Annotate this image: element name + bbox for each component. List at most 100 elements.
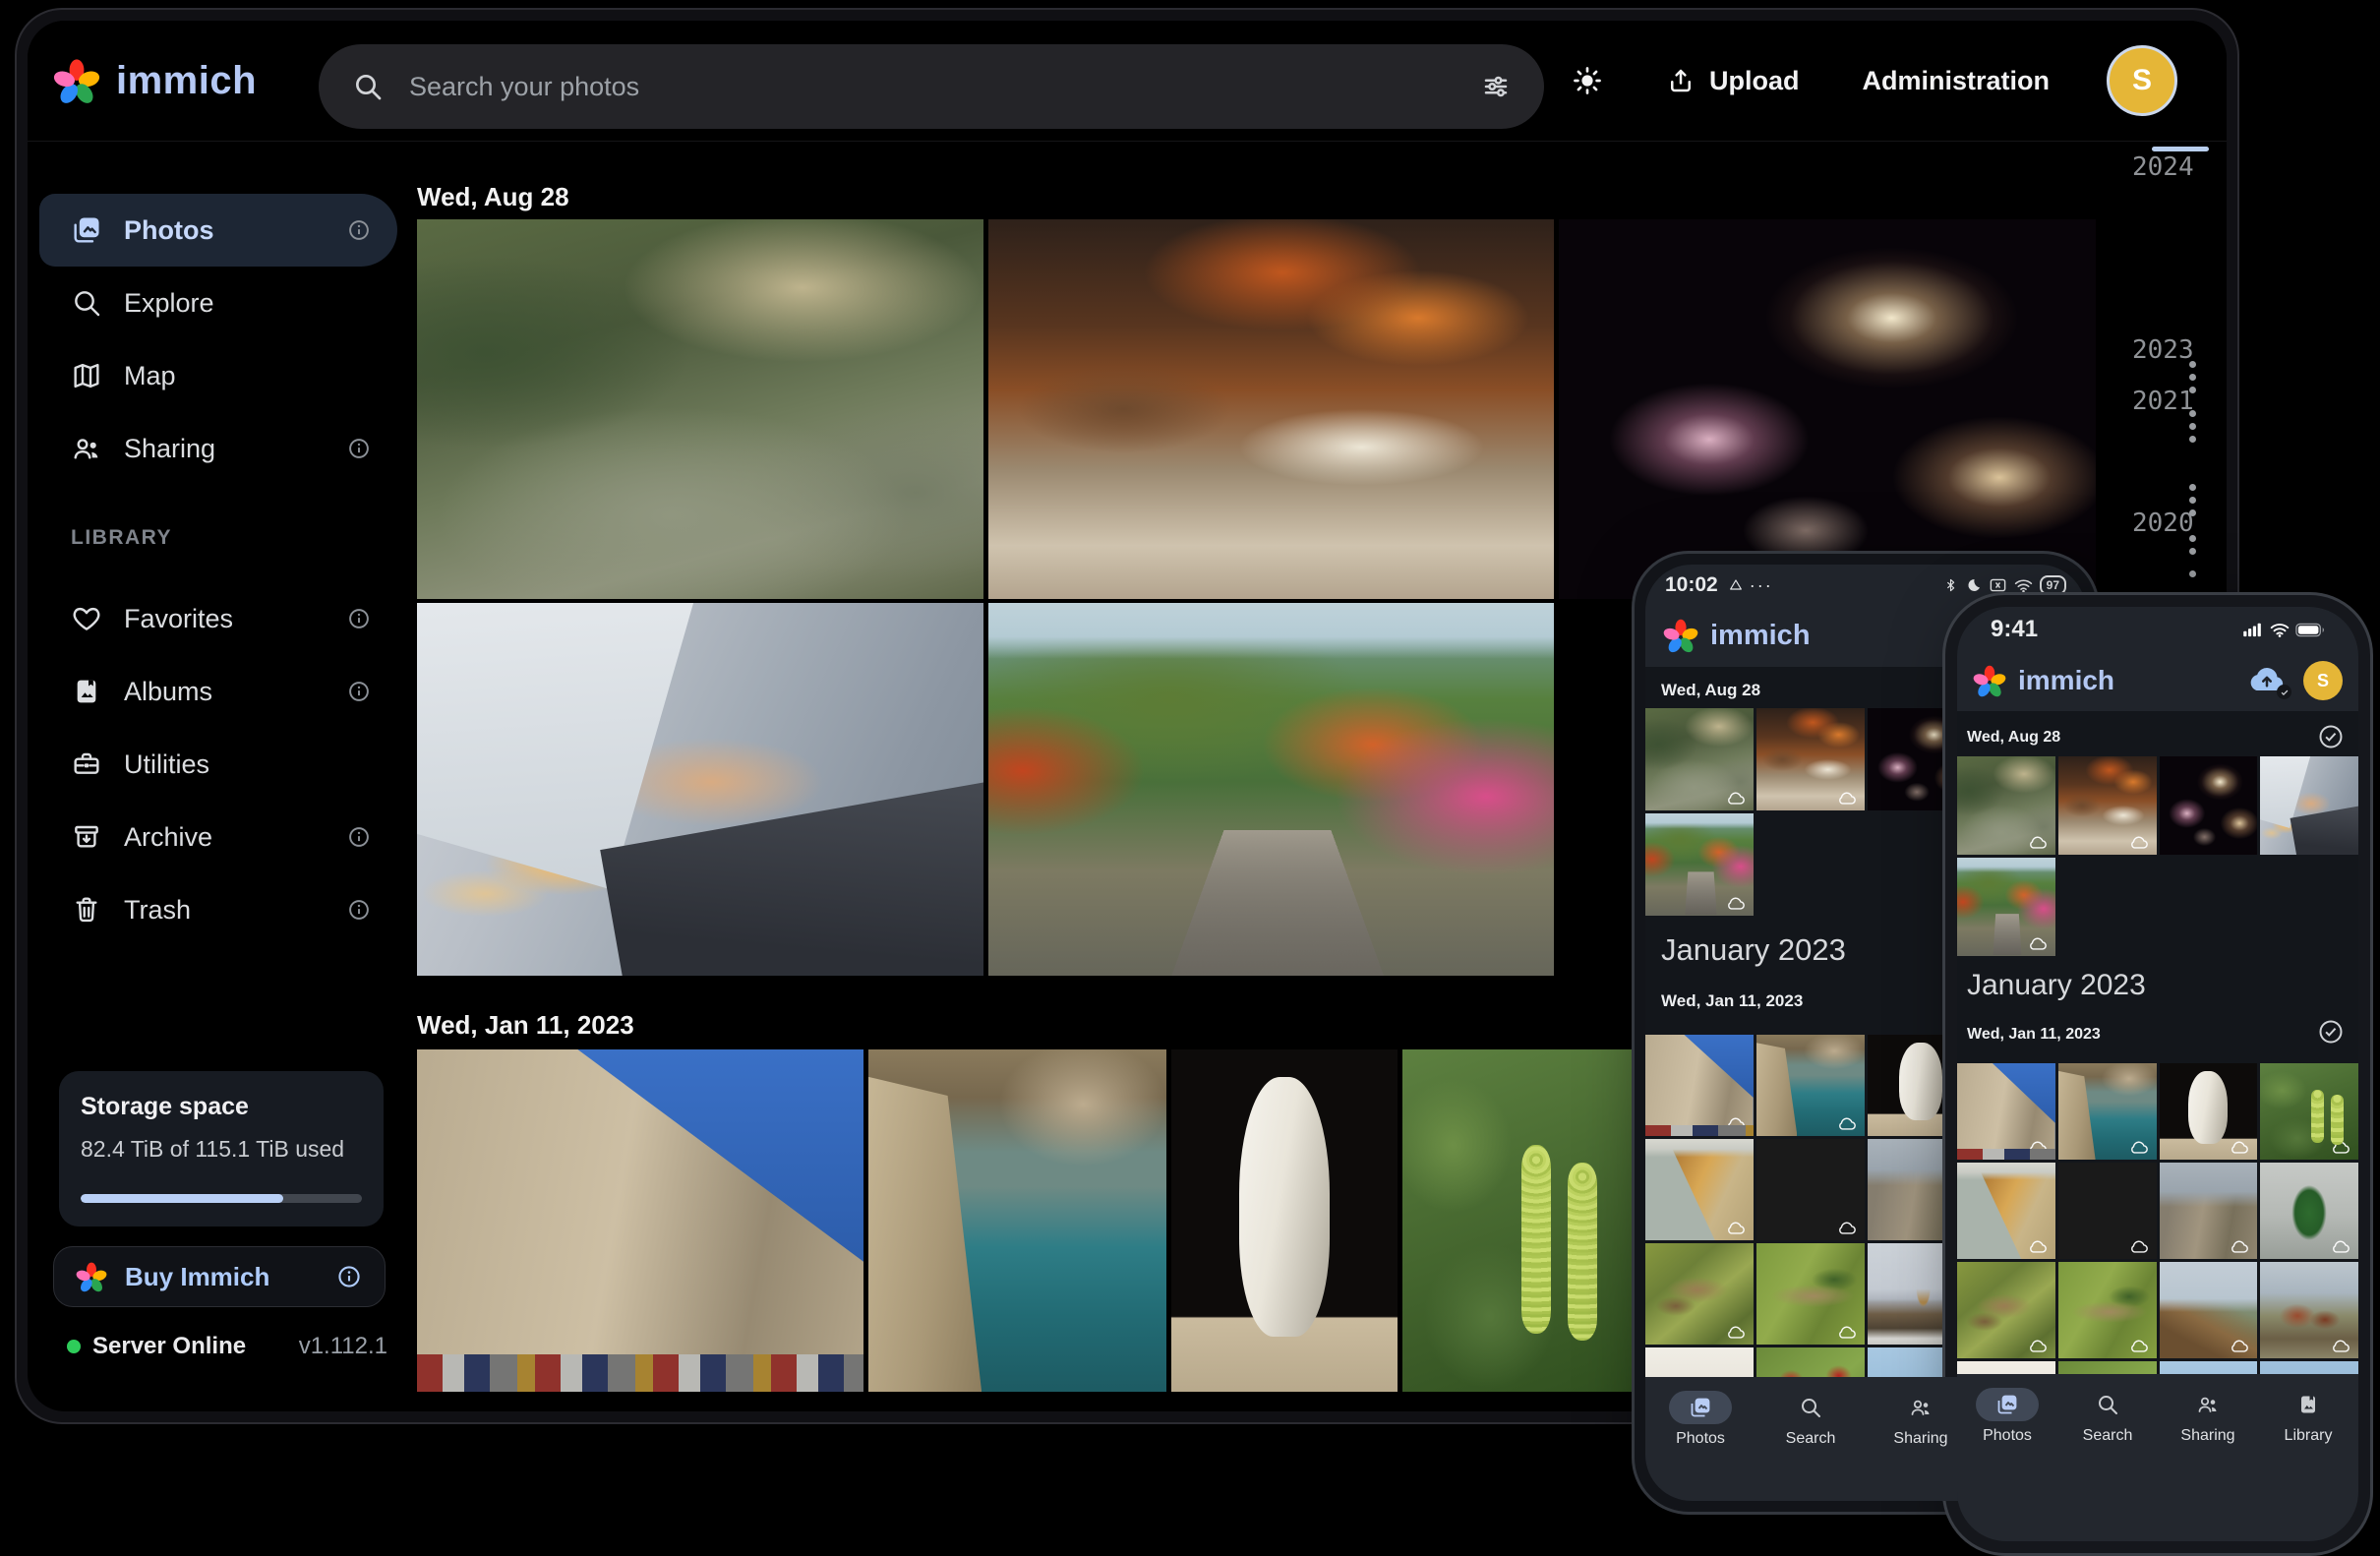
app-header: immich Upload <box>28 21 2227 142</box>
nav-label: Photos <box>1676 1430 1725 1448</box>
library-section-label: LIBRARY <box>71 526 172 550</box>
bottom-nav-bar: Photos Search Sharing <box>1957 1374 2358 1541</box>
nav-tab-search[interactable]: Search <box>2057 1374 2158 1541</box>
cloud-synced-icon <box>1836 1221 1858 1235</box>
server-status-label: Server Online <box>92 1333 246 1360</box>
photo-thumbnail-bust[interactable] <box>2160 1063 2258 1160</box>
photo-thumbnail-seafort[interactable] <box>2058 1063 2157 1160</box>
photo-thumbnail-dinner[interactable] <box>1756 708 1865 810</box>
info-icon[interactable] <box>346 217 372 243</box>
search-bar[interactable] <box>319 44 1544 129</box>
cloud-synced-icon <box>1725 1221 1747 1235</box>
nav-tab-photos[interactable]: Photos <box>1645 1377 1755 1501</box>
photo-row <box>417 603 1554 976</box>
sidebar-label: Sharing <box>124 434 215 464</box>
photo-thumbnail-lizard1[interactable] <box>1645 1243 1754 1345</box>
photo-thumbnail-lizard1[interactable] <box>1957 1262 2055 1358</box>
storage-progress-fill <box>81 1194 283 1203</box>
search-filter-icon[interactable] <box>1481 72 1511 101</box>
sidebar-item-utilities[interactable]: Utilities <box>39 728 397 801</box>
photo-thumbnail-seafort[interactable] <box>868 1049 1166 1392</box>
sidebar-item-photos[interactable]: Photos <box>39 194 397 267</box>
cloud-synced-icon <box>2128 1339 2150 1353</box>
select-all-check-icon[interactable] <box>2317 723 2345 750</box>
photo-thumbnail-zoo[interactable] <box>417 219 983 599</box>
buy-immich-button[interactable]: Buy Immich <box>53 1246 386 1307</box>
photo-thumbnail-dinner[interactable] <box>988 219 1554 599</box>
administration-label: Administration <box>1862 66 2050 96</box>
user-avatar[interactable]: S <box>2303 661 2343 700</box>
immich-logo[interactable]: immich <box>53 21 257 141</box>
timeline-tick <box>2189 374 2196 381</box>
sidebar-item-sharing[interactable]: Sharing <box>39 412 397 485</box>
info-icon[interactable] <box>346 679 372 704</box>
photo-thumbnail-lizard2[interactable] <box>1756 1243 1865 1345</box>
photo-thumbnail-castle[interactable] <box>1645 1035 1754 1136</box>
search-input[interactable] <box>407 71 1458 103</box>
theme-toggle-button[interactable] <box>1566 64 1609 97</box>
backup-cloud-icon[interactable] <box>2246 665 2288 696</box>
status-time: 9:41 <box>1991 616 2038 643</box>
nav-tab-photos[interactable]: Photos <box>1957 1374 2057 1541</box>
photo-thumbnail-zoo[interactable] <box>1645 708 1754 810</box>
immich-flower-icon <box>53 57 100 104</box>
server-online-dot <box>67 1340 81 1353</box>
photo-thumbnail-fireworks[interactable] <box>2160 756 2258 855</box>
photo-thumbnail-sculpture[interactable] <box>1756 1139 1865 1240</box>
upload-button[interactable]: Upload <box>1660 65 1806 97</box>
administration-link[interactable]: Administration <box>1856 65 2055 97</box>
select-all-check-icon[interactable] <box>2317 1018 2345 1046</box>
photo-thumbnail-autumn[interactable] <box>1645 813 1754 916</box>
sidebar-item-map[interactable]: Map <box>39 339 397 412</box>
nav-tab-sharing[interactable]: Sharing <box>2158 1374 2258 1541</box>
photo-thumbnail-bridge[interactable] <box>2160 1262 2258 1358</box>
photo-thumbnail-hands[interactable] <box>2260 756 2358 855</box>
info-icon[interactable] <box>346 824 372 850</box>
user-avatar[interactable]: S <box>2107 45 2177 116</box>
photo-thumbnail-cliff[interactable] <box>1957 1163 2055 1259</box>
photo-thumbnail-berries[interactable] <box>1402 1049 1632 1392</box>
immich-flower-icon <box>76 1261 107 1292</box>
photo-thumbnail-cliff[interactable] <box>1645 1139 1754 1240</box>
photo-thumbnail-dinner[interactable] <box>2058 756 2157 855</box>
photo-thumbnail-autumn[interactable] <box>1957 858 2055 956</box>
sidebar-label: Albums <box>124 677 212 707</box>
cloud-synced-icon <box>2027 835 2049 850</box>
info-icon[interactable] <box>346 606 372 631</box>
photo-thumbnail-berries[interactable] <box>2260 1063 2358 1160</box>
photo-thumbnail-sculpture[interactable] <box>2058 1163 2157 1259</box>
sidebar-item-explore[interactable]: Explore <box>39 267 397 339</box>
photo-thumbnail-houses[interactable] <box>2260 1262 2358 1358</box>
photo-thumbnail-castle[interactable] <box>417 1049 863 1392</box>
album-icon <box>71 676 102 707</box>
photo-thumbnail-fireworks[interactable] <box>1559 219 2096 599</box>
sidebar-item-albums[interactable]: Albums <box>39 655 397 728</box>
bluetooth-icon <box>1943 576 1958 594</box>
nav-tab-library[interactable]: Library <box>2258 1374 2358 1541</box>
info-icon[interactable] <box>346 897 372 923</box>
timeline-year[interactable]: 2020 <box>2132 509 2194 538</box>
photo-thumbnail-bust[interactable] <box>1171 1049 1398 1392</box>
month-header: January 2023 <box>1661 932 1846 968</box>
sidebar-item-trash[interactable]: Trash <box>39 873 397 946</box>
photo-thumbnail-castle[interactable] <box>1957 1063 2055 1160</box>
photo-thumbnail-xmas[interactable] <box>2260 1163 2358 1259</box>
info-icon[interactable] <box>335 1263 363 1290</box>
photo-thumbnail-hands[interactable] <box>417 603 983 976</box>
timeline-year[interactable]: 2021 <box>2132 387 2194 416</box>
timeline-year[interactable]: 2023 <box>2132 335 2194 365</box>
sidebar-item-favorites[interactable]: Favorites <box>39 582 397 655</box>
photo-thumbnail-zoo[interactable] <box>1957 756 2055 855</box>
photo-thumbnail-autumn[interactable] <box>988 603 1554 976</box>
info-icon[interactable] <box>346 436 372 461</box>
photo-thumbnail-ruin[interactable] <box>2160 1163 2258 1259</box>
archive-icon <box>71 821 102 853</box>
sidebar-label: Archive <box>124 822 212 853</box>
photo-thumbnail-lizard2[interactable] <box>2058 1262 2157 1358</box>
wifi-icon <box>2014 578 2033 593</box>
sidebar-item-archive[interactable]: Archive <box>39 801 397 873</box>
timeline-tick <box>2189 387 2196 393</box>
photo-thumbnail-seafort[interactable] <box>1756 1035 1865 1136</box>
timeline-year[interactable]: 2024 <box>2132 152 2194 182</box>
nav-tab-search[interactable]: Search <box>1755 1377 1866 1501</box>
